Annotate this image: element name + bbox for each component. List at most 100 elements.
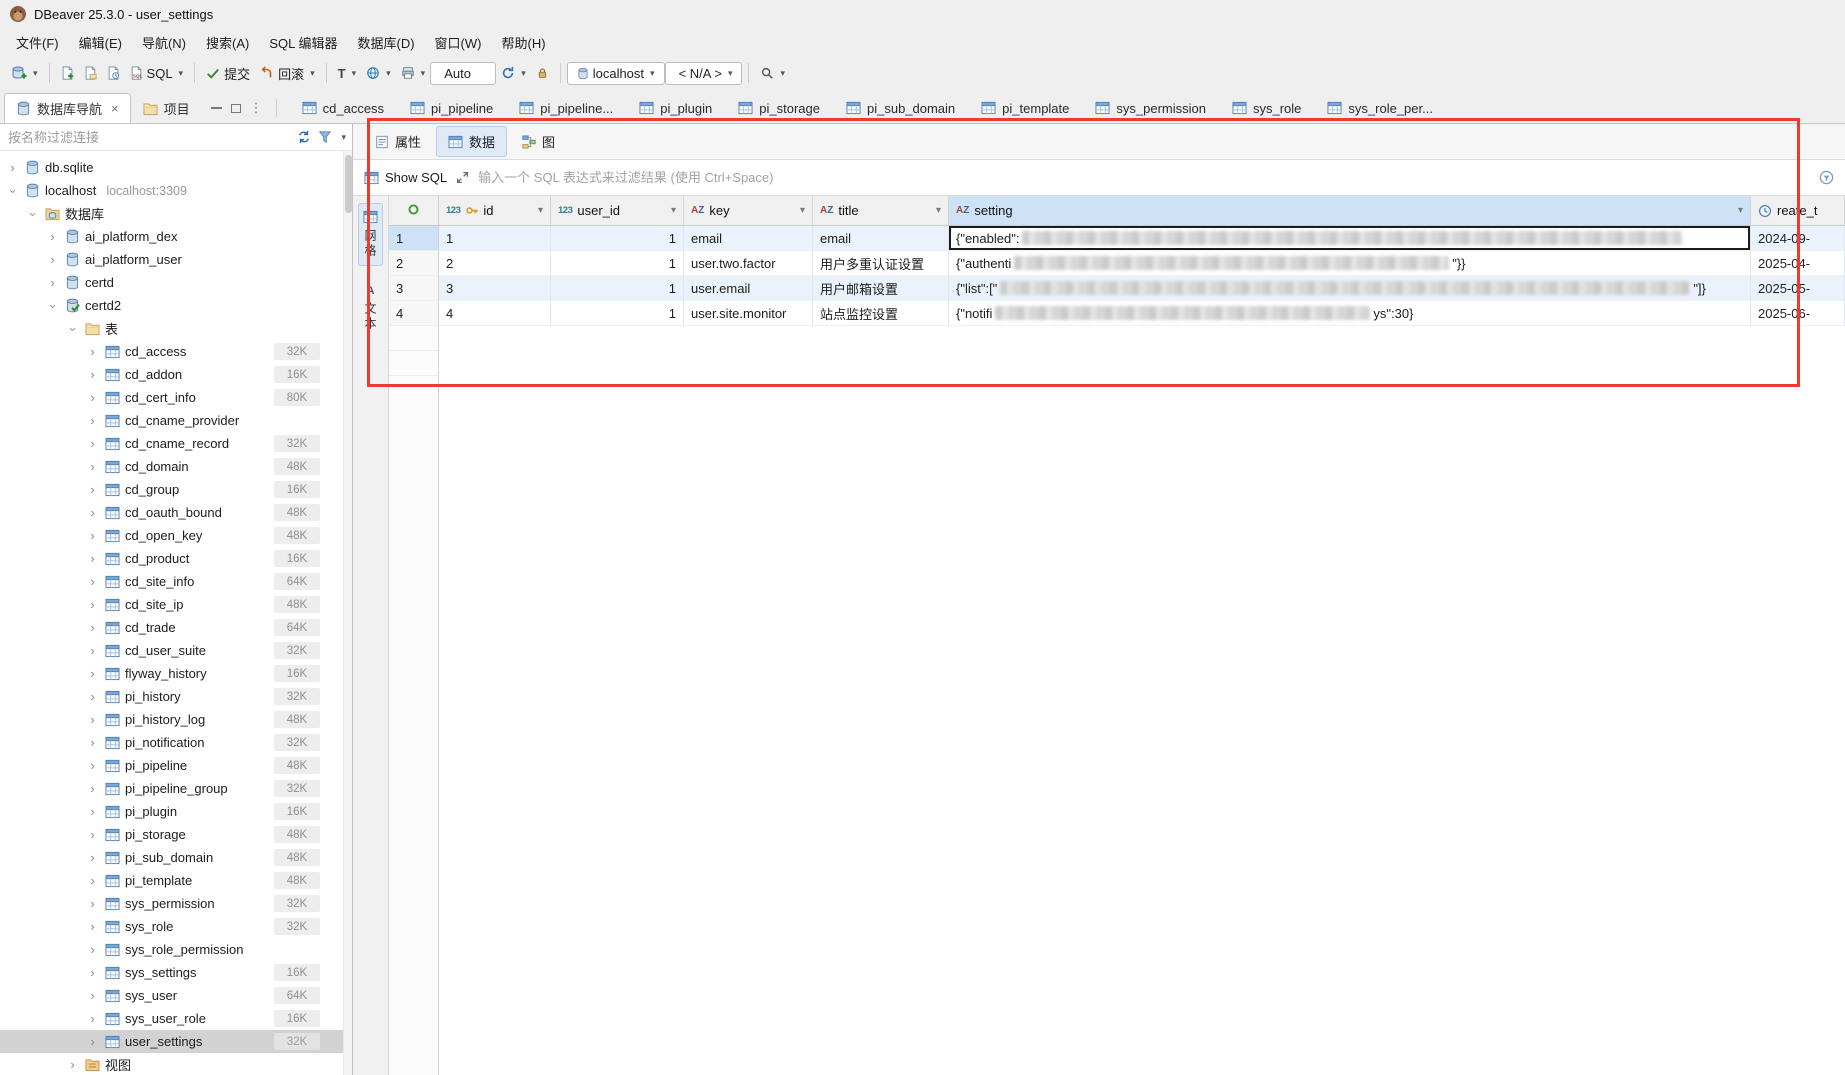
cell-title[interactable]: email (813, 226, 949, 251)
chevron-down-icon[interactable]: ▾ (650, 68, 655, 79)
transactions-button[interactable]: T ▾ (333, 62, 361, 85)
sync-selection-icon[interactable] (297, 130, 311, 144)
expand-arrow-icon[interactable] (86, 666, 99, 681)
cell-create-time[interactable]: 2025-06- (1751, 301, 1845, 326)
tree-item[interactable]: db.sqlite (0, 156, 352, 179)
tree-item[interactable]: cd_domain 48K (0, 455, 352, 478)
expand-arrow-icon[interactable] (86, 344, 99, 359)
sql-script-new-button[interactable] (56, 62, 79, 84)
expand-arrow-icon[interactable] (6, 160, 19, 175)
expand-arrow-icon[interactable] (86, 873, 99, 888)
table-row[interactable]: 3 3 1 user.email 用户邮箱设置 {"list":[" "]} (389, 276, 1845, 301)
presentation-tab[interactable]: 网格 (358, 203, 383, 266)
show-sql-button[interactable]: Show SQL (364, 170, 447, 185)
expand-arrow-icon[interactable] (86, 620, 99, 635)
cell-key[interactable]: user.email (684, 276, 813, 301)
tree-item[interactable]: sys_user 64K (0, 984, 352, 1007)
row-number-cell[interactable]: 1 (389, 226, 439, 251)
view-tab[interactable]: 数据库导航 × (4, 93, 131, 123)
view-tab[interactable]: 项目 (131, 93, 202, 123)
tree-item[interactable]: cd_cname_provider (0, 409, 352, 432)
menu-item[interactable]: 数据库(D) (348, 29, 425, 56)
tree-item[interactable]: 视图 (0, 1053, 352, 1075)
expand-arrow-icon[interactable] (86, 781, 99, 796)
commit-button[interactable]: 提交 (201, 60, 255, 87)
expand-arrow-icon[interactable] (86, 988, 99, 1003)
tree-item[interactable]: pi_storage 48K (0, 823, 352, 846)
tree-item[interactable]: sys_user_role 16K (0, 1007, 352, 1030)
maximize-icon[interactable] (231, 104, 241, 113)
expand-arrow-icon[interactable] (86, 528, 99, 543)
chevron-down-icon[interactable]: ▾ (521, 68, 526, 79)
expand-arrow-icon[interactable] (86, 551, 99, 566)
column-header[interactable]: 123 user_id ▾ (551, 196, 684, 225)
database-small-button[interactable]: localhost ▾ (567, 62, 665, 85)
table-row[interactable]: 4 4 1 user.site.monitor 站点监控设置 {"notifi … (389, 301, 1845, 326)
menu-item[interactable]: 搜索(A) (196, 29, 259, 56)
cell-user-id[interactable]: 1 (551, 226, 684, 251)
tree-item[interactable]: 表 (0, 317, 352, 340)
column-header[interactable]: 123 id ▾ (439, 196, 551, 225)
tree-item[interactable]: pi_pipeline 48K (0, 754, 352, 777)
tree-item[interactable]: pi_sub_domain 48K (0, 846, 352, 869)
tree-item[interactable]: cd_cert_info 80K (0, 386, 352, 409)
expand-arrow-icon[interactable] (86, 643, 99, 658)
cell-id[interactable]: 4 (439, 301, 551, 326)
tree-item[interactable]: localhost localhost:3309 (0, 179, 352, 202)
expand-arrow-icon[interactable] (86, 827, 99, 842)
column-header[interactable]: AZ setting ▾ (949, 196, 1751, 225)
expand-arrow-icon[interactable] (46, 275, 59, 290)
tree-item[interactable]: cd_site_info 64K (0, 570, 352, 593)
globe-button[interactable]: ▾ (361, 62, 396, 84)
tree-item[interactable]: user_settings 32K (0, 1030, 352, 1053)
cell-setting[interactable]: {"enabled": (949, 226, 1751, 251)
table-row[interactable]: 2 2 1 user.two.factor 用户多重认证设置 {"authent… (389, 251, 1845, 276)
tree-item[interactable]: cd_cname_record 32K (0, 432, 352, 455)
scrollbar-thumb[interactable] (345, 155, 352, 213)
editor-tab[interactable]: pi_template (968, 93, 1082, 123)
expand-arrow-icon[interactable] (26, 208, 41, 221)
tree-item[interactable]: pi_history 32K (0, 685, 352, 708)
tree-item[interactable]: cd_group 16K (0, 478, 352, 501)
search-button[interactable]: ▾ (755, 62, 790, 84)
expand-arrow-icon[interactable] (86, 482, 99, 497)
cell-setting[interactable]: {"list":[" "]} (949, 276, 1751, 301)
expand-arrow-icon[interactable] (86, 413, 99, 428)
expand-arrow-icon[interactable] (86, 689, 99, 704)
editor-tab[interactable]: cd_access (289, 93, 397, 123)
editor-tab[interactable]: pi_sub_domain (833, 93, 968, 123)
expand-arrow-icon[interactable] (86, 942, 99, 957)
column-header[interactable]: reate_t ▾ (1751, 196, 1845, 225)
sql-editor-button[interactable]: SQL SQL ▾ (125, 62, 189, 85)
minimize-icon[interactable] (211, 107, 222, 109)
cell-title[interactable]: 用户邮箱设置 (813, 276, 949, 301)
sql-script-recent-button[interactable] (102, 62, 125, 84)
expand-arrow-icon[interactable] (86, 367, 99, 382)
tree-item[interactable]: flyway_history 16K (0, 662, 352, 685)
cell-create-time[interactable]: 2024-09- (1751, 226, 1845, 251)
expand-arrow-icon[interactable] (86, 758, 99, 773)
expand-arrow-icon[interactable] (86, 735, 99, 750)
expand-arrow-icon[interactable] (86, 1034, 99, 1049)
expand-arrow-icon[interactable] (86, 390, 99, 405)
editor-tab[interactable]: pi_storage (725, 93, 833, 123)
tree-item[interactable]: sys_role_permission (0, 938, 352, 961)
menu-item[interactable]: 帮助(H) (491, 29, 555, 56)
cell-user-id[interactable]: 1 (551, 301, 684, 326)
editor-tab[interactable]: pi_pipeline (397, 93, 506, 123)
cell-title[interactable]: 站点监控设置 (813, 301, 949, 326)
cell-key[interactable]: user.two.factor (684, 251, 813, 276)
cell-setting[interactable]: {"authenti "}} (949, 251, 1751, 276)
result-tab[interactable]: 属性 (363, 126, 433, 157)
cell-setting[interactable]: {"notifi ys":30} (949, 301, 1751, 326)
tree-item[interactable]: certd2 (0, 294, 352, 317)
menu-item[interactable]: SQL 编辑器 (259, 29, 347, 56)
expand-arrow-icon[interactable] (46, 229, 59, 244)
chevron-down-icon[interactable]: ▾ (780, 68, 785, 79)
table-row[interactable]: 1 1 1 email email {"enabled": (389, 226, 1845, 251)
chevron-down-icon[interactable]: ▾ (341, 132, 346, 143)
chevron-down-icon[interactable]: ▾ (179, 68, 184, 79)
editor-tab[interactable]: sys_role (1219, 93, 1314, 123)
chevron-down-icon[interactable]: ▾ (310, 68, 315, 79)
tree-item[interactable]: ai_platform_dex (0, 225, 352, 248)
